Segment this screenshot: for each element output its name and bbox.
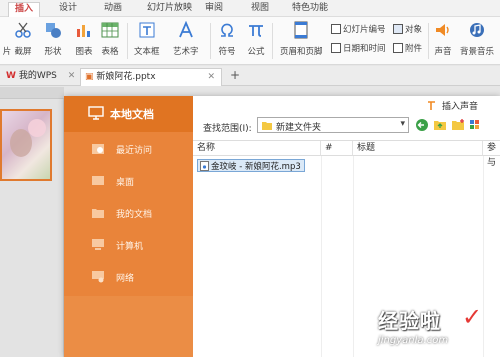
column-divider — [353, 156, 354, 357]
document-tab-bar: W 我的WPS ✕ ▣ 新娘阿花.pptx ✕ + — [0, 66, 500, 86]
tab-my-wps[interactable]: W 我的WPS ✕ — [2, 68, 79, 86]
ribbon-tab-bar: 插入 设计 动画 幻灯片放映 审阅 视图 特色功能 — [0, 0, 500, 17]
recent-folder-icon — [92, 144, 104, 154]
sidebar-item-computer[interactable]: 计算机 — [64, 232, 193, 258]
sidebar-item-desktop[interactable]: 桌面 — [64, 168, 193, 194]
close-icon[interactable]: ✕ — [68, 71, 76, 81]
tab-review[interactable]: 审阅 — [199, 2, 229, 17]
object-button[interactable]: 对象 — [393, 23, 422, 35]
bg-music-button[interactable]: 背景音乐 — [460, 21, 494, 57]
tab-features[interactable]: 特色功能 — [286, 2, 334, 17]
folder-icon — [92, 209, 104, 218]
shapes-button[interactable]: 形状 — [44, 21, 62, 57]
wordart-button[interactable]: 艺术字 — [173, 21, 199, 57]
divider — [272, 23, 273, 59]
table-button[interactable]: 表格 — [101, 21, 119, 57]
up-folder-button[interactable] — [433, 118, 447, 132]
sidebar-item-recent[interactable]: 最近访问 — [64, 136, 193, 162]
watermark-text: 经验啦 — [378, 309, 441, 333]
speaker-icon — [436, 24, 449, 36]
ribbon-toolbar: 片 截屏 形状 图表 表格 文本框 艺术字 符号 公式 页眉和页脚 幻灯片编号 — [0, 17, 500, 65]
slide-thumbnail-panel — [0, 87, 64, 357]
computer-icon — [92, 239, 104, 250]
screenshot-button[interactable]: 截屏 — [14, 21, 32, 57]
new-tab-button[interactable]: + — [226, 68, 244, 86]
paperclip-icon — [393, 43, 403, 53]
sidebar-footer — [64, 296, 193, 357]
new-folder-icon — [452, 119, 464, 130]
sidebar-item-documents[interactable]: 我的文档 — [64, 200, 193, 226]
pptx-file-icon: ▣ — [85, 72, 94, 82]
header-footer-icon — [294, 21, 308, 39]
look-in-label: 查找范围(I): — [203, 124, 252, 134]
back-arrow-icon — [416, 119, 428, 131]
dialog-title: 插入声音 — [427, 99, 478, 112]
location-sidebar: 本地文档 最近访问 桌面 我的文档 计算机 网络 — [64, 96, 193, 357]
slide-thumbnail[interactable] — [0, 109, 52, 181]
column-header-number[interactable]: # — [321, 141, 353, 156]
wps-p-icon — [427, 101, 435, 110]
view-menu-button[interactable] — [469, 118, 483, 132]
up-folder-icon — [434, 121, 446, 130]
tab-slideshow[interactable]: 幻灯片放映 — [141, 2, 198, 17]
checkmark-icon: ✓ — [462, 303, 483, 331]
wps-logo-icon: W — [6, 71, 16, 81]
textbox-icon — [139, 22, 155, 38]
tab-animation[interactable]: 动画 — [98, 2, 128, 17]
tab-document[interactable]: ▣ 新娘阿花.pptx ✕ — [80, 68, 222, 86]
object-icon — [393, 24, 403, 34]
folder-icon — [262, 122, 272, 130]
omega-icon — [221, 23, 233, 37]
back-button[interactable] — [415, 118, 429, 132]
attachment-button[interactable]: 附件 — [393, 42, 422, 54]
shapes-icon — [46, 23, 61, 38]
column-header-name[interactable]: 名称 — [193, 141, 321, 156]
slide-number-button[interactable]: 幻灯片编号 — [331, 23, 386, 35]
divider — [428, 23, 429, 59]
grid-view-icon — [470, 120, 479, 129]
slide-number-icon — [331, 24, 341, 34]
thumbnail-image — [28, 119, 46, 137]
sidebar-item-network[interactable]: 网络 — [64, 264, 193, 290]
header-footer-button[interactable]: 页眉和页脚 — [280, 21, 323, 57]
scissors-icon — [15, 22, 31, 38]
table-icon — [101, 22, 119, 38]
formula-button[interactable]: 公式 — [247, 21, 265, 57]
close-icon[interactable]: ✕ — [207, 69, 215, 85]
tab-design[interactable]: 设计 — [53, 2, 83, 17]
column-header-participants[interactable]: 参与 — [483, 141, 500, 168]
bar-chart-icon — [77, 25, 90, 37]
monitor-icon — [88, 106, 104, 120]
look-in-dropdown[interactable]: 新建文件夹 ▾ — [257, 117, 409, 133]
textbox-button[interactable]: 文本框 — [134, 21, 160, 57]
divider — [127, 23, 128, 59]
audio-file-icon — [200, 161, 209, 171]
divider — [210, 23, 211, 59]
symbol-button[interactable]: 符号 — [218, 21, 236, 57]
desktop-icon — [92, 176, 104, 185]
chart-button[interactable]: 图表 — [75, 21, 93, 57]
panel-toolbar — [0, 87, 64, 99]
column-header-title[interactable]: 标题 — [353, 141, 483, 156]
datetime-button[interactable]: 日期和时间 — [331, 42, 386, 54]
tab-insert[interactable]: 插入 — [8, 2, 41, 17]
wordart-icon — [178, 21, 193, 38]
audio-button[interactable]: 声音 — [434, 21, 452, 57]
network-icon — [92, 271, 104, 283]
chevron-down-icon: ▾ — [400, 119, 405, 129]
calendar-icon — [331, 43, 341, 53]
watermark: 经验啦 ✓ jingyanla.com — [378, 303, 496, 353]
new-folder-button[interactable] — [451, 118, 465, 132]
music-icon — [470, 23, 484, 37]
tab-view[interactable]: 视图 — [245, 2, 275, 17]
sidebar-header: 本地文档 — [64, 96, 193, 132]
watermark-domain: jingyanla.com — [378, 335, 449, 346]
file-row[interactable]: 金玟岐 - 新娘阿花.mp3 — [197, 159, 305, 172]
column-divider — [321, 156, 322, 357]
pi-icon — [249, 25, 263, 37]
